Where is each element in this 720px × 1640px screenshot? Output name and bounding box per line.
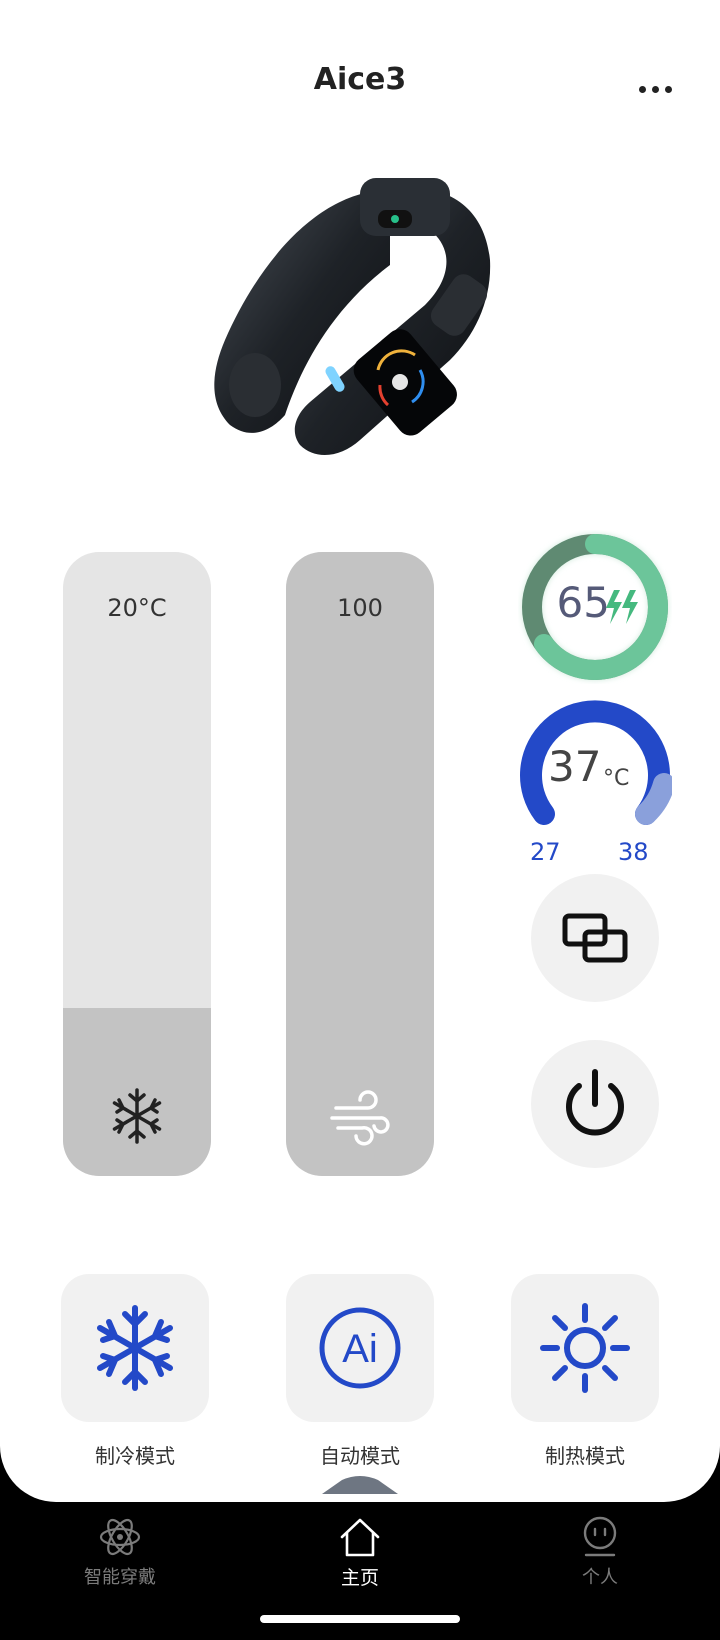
power-icon xyxy=(566,1069,624,1136)
person-icon xyxy=(583,1516,617,1557)
tab-home[interactable]: 主页 xyxy=(300,1515,420,1590)
tab-smart-wearables[interactable]: 智能穿戴 xyxy=(60,1515,180,1589)
switch-screen-button[interactable] xyxy=(531,874,659,1002)
screen: Aice3 20°C 100 65 37 °C 27 38 制冷模式 Ai 自动… xyxy=(0,0,720,1640)
temperature-slider[interactable]: 20°C xyxy=(63,552,211,1176)
cooling-mode-label: 制冷模式 xyxy=(95,1444,175,1468)
fan-speed-slider-fill xyxy=(286,552,434,1176)
sun-icon xyxy=(540,1303,630,1393)
cooling-mode-button[interactable] xyxy=(61,1274,209,1422)
heating-mode-label: 制热模式 xyxy=(545,1444,625,1468)
heating-mode-button[interactable] xyxy=(511,1274,659,1422)
main-card: Aice3 20°C 100 65 37 °C 27 38 制冷模式 Ai 自动… xyxy=(0,0,720,1502)
neckband-device-image xyxy=(214,178,491,456)
ai-icon: Ai xyxy=(319,1307,401,1389)
switch-screens-icon xyxy=(562,913,628,963)
tab-personal-label: 个人 xyxy=(582,1567,618,1588)
more-options-button[interactable] xyxy=(630,72,680,106)
auto-mode-label: 自动模式 xyxy=(320,1444,400,1468)
tab-smart-wearables-label: 智能穿戴 xyxy=(84,1567,156,1588)
more-horizontal-icon xyxy=(638,85,646,93)
more-horizontal-icon-dot xyxy=(664,85,672,93)
temperature-max-label: 38 xyxy=(618,838,649,866)
page-title: Aice3 xyxy=(313,62,407,97)
auto-mode-button[interactable]: Ai xyxy=(286,1274,434,1422)
home-indicator-bar[interactable] xyxy=(260,1615,460,1623)
atom-icon xyxy=(99,1518,141,1556)
more-horizontal-icon-dot xyxy=(651,85,659,93)
snowflake-icon xyxy=(112,1088,162,1144)
snowflake-icon xyxy=(97,1305,173,1391)
body-temperature-unit: °C xyxy=(603,766,630,791)
svg-text:Ai: Ai xyxy=(342,1327,378,1371)
body-temperature-value: 37 xyxy=(548,742,602,791)
expand-panel-handle[interactable] xyxy=(322,1476,398,1494)
tab-home-label: 主页 xyxy=(340,1567,379,1589)
home-icon xyxy=(340,1518,380,1557)
fan-speed-value: 100 xyxy=(337,594,383,622)
charging-bolt-icon xyxy=(606,590,638,624)
wind-icon xyxy=(330,1090,390,1146)
power-button[interactable] xyxy=(531,1040,659,1168)
battery-percent: 65 xyxy=(556,578,610,627)
tab-personal[interactable]: 个人 xyxy=(540,1515,660,1589)
temperature-setpoint: 20°C xyxy=(107,594,167,622)
temperature-min-label: 27 xyxy=(530,838,561,866)
fan-speed-slider[interactable]: 100 xyxy=(286,552,434,1176)
